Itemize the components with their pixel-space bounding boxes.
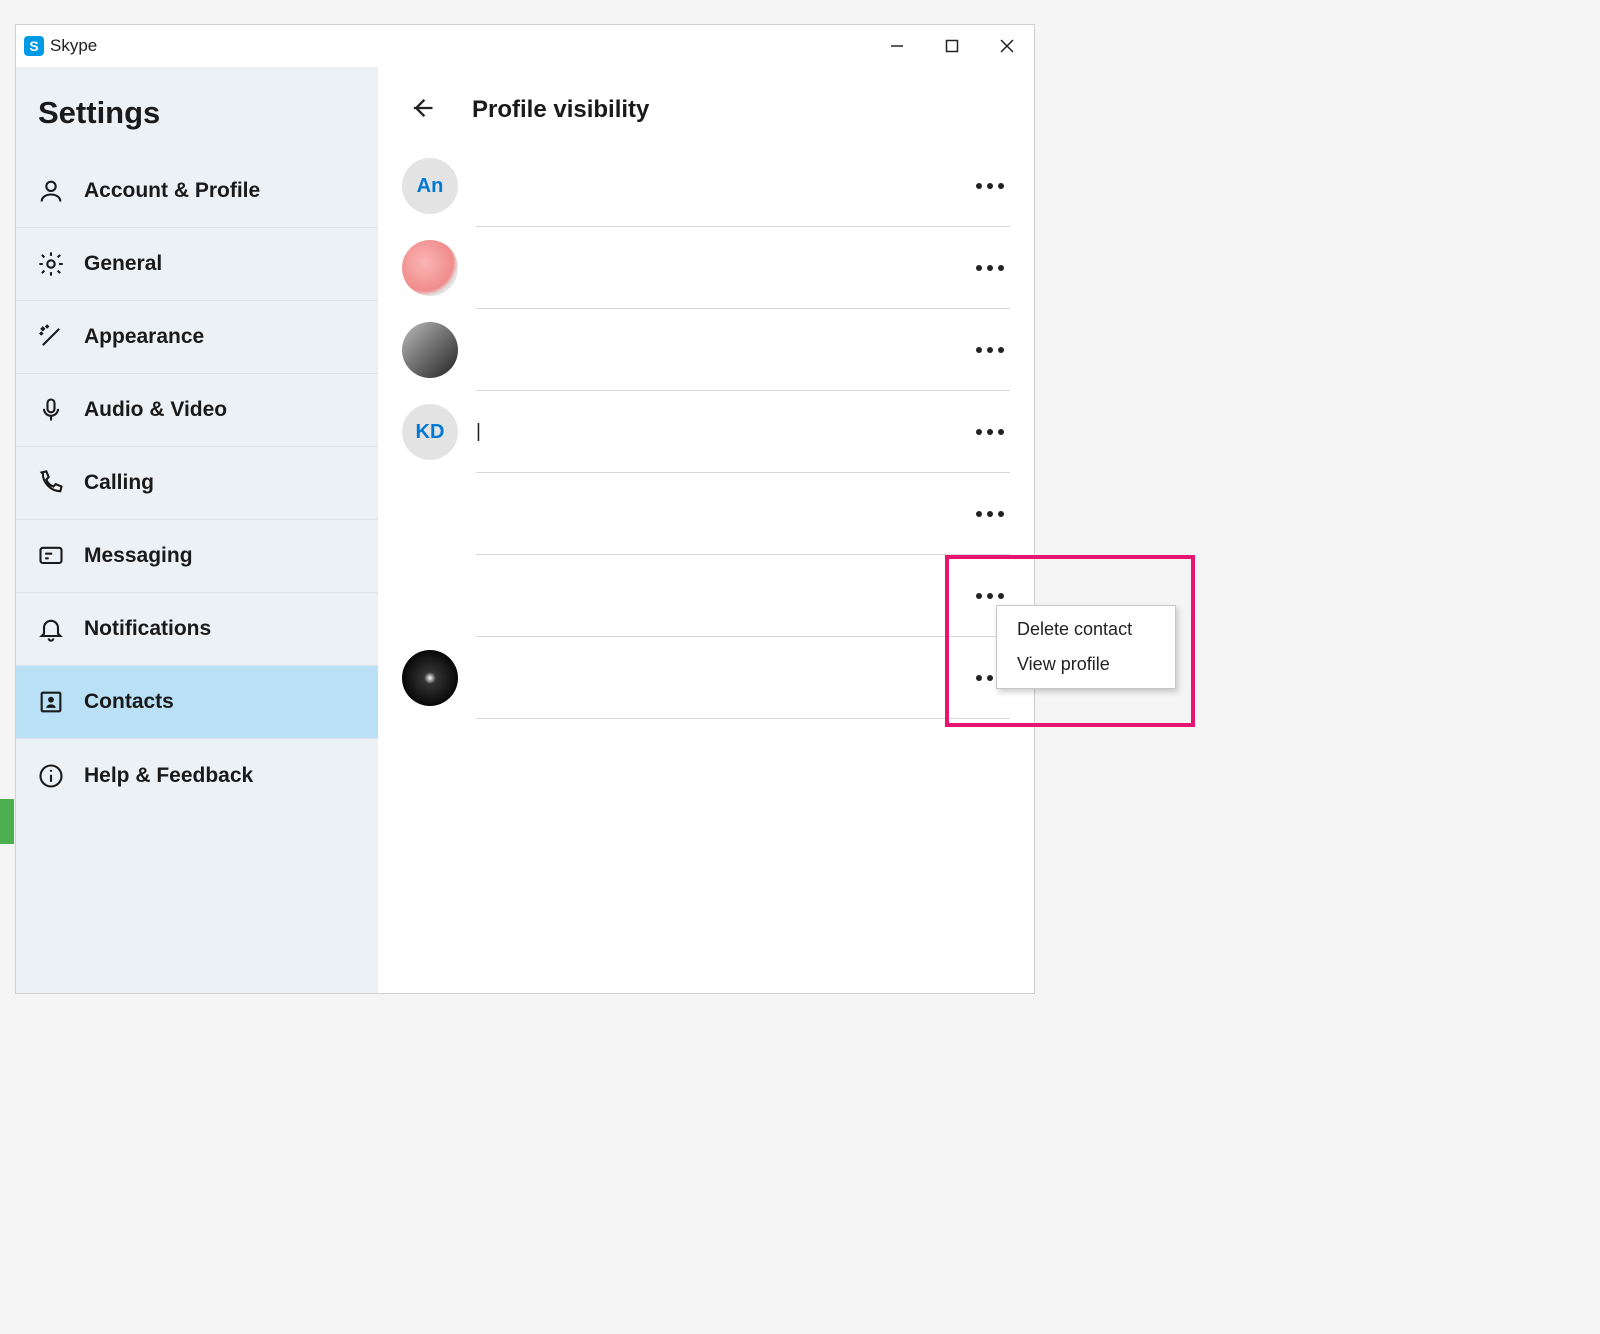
- avatar: [402, 650, 458, 706]
- info-icon: [34, 759, 68, 793]
- contact-row[interactable]: [402, 227, 1010, 309]
- sidebar-item-label: Account & Profile: [84, 179, 260, 203]
- contact-row[interactable]: [402, 309, 1010, 391]
- titlebar: S Skype: [16, 25, 1034, 67]
- minimize-button[interactable]: [869, 25, 924, 67]
- contact-row[interactable]: KD |: [402, 391, 1010, 473]
- contact-name: |: [476, 421, 481, 443]
- sidebar-item-label: Contacts: [84, 690, 174, 714]
- sidebar-item-account-profile[interactable]: Account & Profile: [16, 155, 378, 228]
- avatar: [402, 568, 458, 624]
- more-button[interactable]: [970, 248, 1010, 288]
- contact-row[interactable]: [402, 637, 1010, 719]
- sidebar-item-general[interactable]: General: [16, 228, 378, 301]
- sidebar-item-label: General: [84, 252, 162, 276]
- contacts-icon: [34, 685, 68, 719]
- person-icon: [34, 174, 68, 208]
- sidebar-item-label: Audio & Video: [84, 398, 227, 422]
- microphone-icon: [34, 393, 68, 427]
- contact-row[interactable]: [402, 555, 1010, 637]
- maximize-button[interactable]: [924, 25, 979, 67]
- wand-icon: [34, 320, 68, 354]
- main-header: Profile visibility: [402, 85, 1010, 135]
- more-icon: [976, 265, 1004, 271]
- avatar: An: [402, 158, 458, 214]
- gear-icon: [34, 247, 68, 281]
- more-button[interactable]: [970, 330, 1010, 370]
- main-panel: Profile visibility An: [378, 67, 1034, 993]
- window-controls: [869, 25, 1034, 67]
- avatar: KD: [402, 404, 458, 460]
- sidebar-item-messaging[interactable]: Messaging: [16, 520, 378, 593]
- more-button[interactable]: [970, 166, 1010, 206]
- sidebar-item-label: Notifications: [84, 617, 211, 641]
- sidebar-item-contacts[interactable]: Contacts: [16, 666, 378, 739]
- sidebar-item-label: Messaging: [84, 544, 193, 568]
- more-icon: [976, 429, 1004, 435]
- avatar: [402, 486, 458, 542]
- sidebar-item-calling[interactable]: Calling: [16, 447, 378, 520]
- context-menu-delete-contact[interactable]: Delete contact: [997, 612, 1175, 647]
- more-button[interactable]: [970, 494, 1010, 534]
- phone-icon: [34, 466, 68, 500]
- message-icon: [34, 539, 68, 573]
- more-icon: [976, 593, 1004, 599]
- sidebar-item-label: Calling: [84, 471, 154, 495]
- more-icon: [976, 183, 1004, 189]
- more-button[interactable]: [970, 412, 1010, 452]
- sidebar-item-label: Help & Feedback: [84, 764, 253, 788]
- close-button[interactable]: [979, 25, 1034, 67]
- contact-list: An KD: [402, 145, 1010, 719]
- contact-row[interactable]: An: [402, 145, 1010, 227]
- sidebar-item-appearance[interactable]: Appearance: [16, 301, 378, 374]
- more-icon: [976, 347, 1004, 353]
- sidebar-item-notifications[interactable]: Notifications: [16, 593, 378, 666]
- avatar: [402, 240, 458, 296]
- sidebar: Settings Account & Profile General Appea…: [16, 67, 378, 993]
- bell-icon: [34, 612, 68, 646]
- app-title: Skype: [50, 36, 97, 56]
- back-button[interactable]: [408, 94, 436, 127]
- context-menu-view-profile[interactable]: View profile: [997, 647, 1175, 682]
- contact-row[interactable]: [402, 473, 1010, 555]
- background-fragment: [0, 799, 14, 844]
- context-menu: Delete contact View profile: [996, 605, 1176, 689]
- sidebar-item-help-feedback[interactable]: Help & Feedback: [16, 739, 378, 812]
- skype-icon: S: [24, 36, 44, 56]
- sidebar-item-label: Appearance: [84, 325, 204, 349]
- sidebar-item-audio-video[interactable]: Audio & Video: [16, 374, 378, 447]
- sidebar-title: Settings: [16, 67, 378, 155]
- more-icon: [976, 511, 1004, 517]
- avatar: [402, 322, 458, 378]
- skype-window: S Skype Settings Account & Profile: [15, 24, 1035, 994]
- page-title: Profile visibility: [472, 96, 649, 124]
